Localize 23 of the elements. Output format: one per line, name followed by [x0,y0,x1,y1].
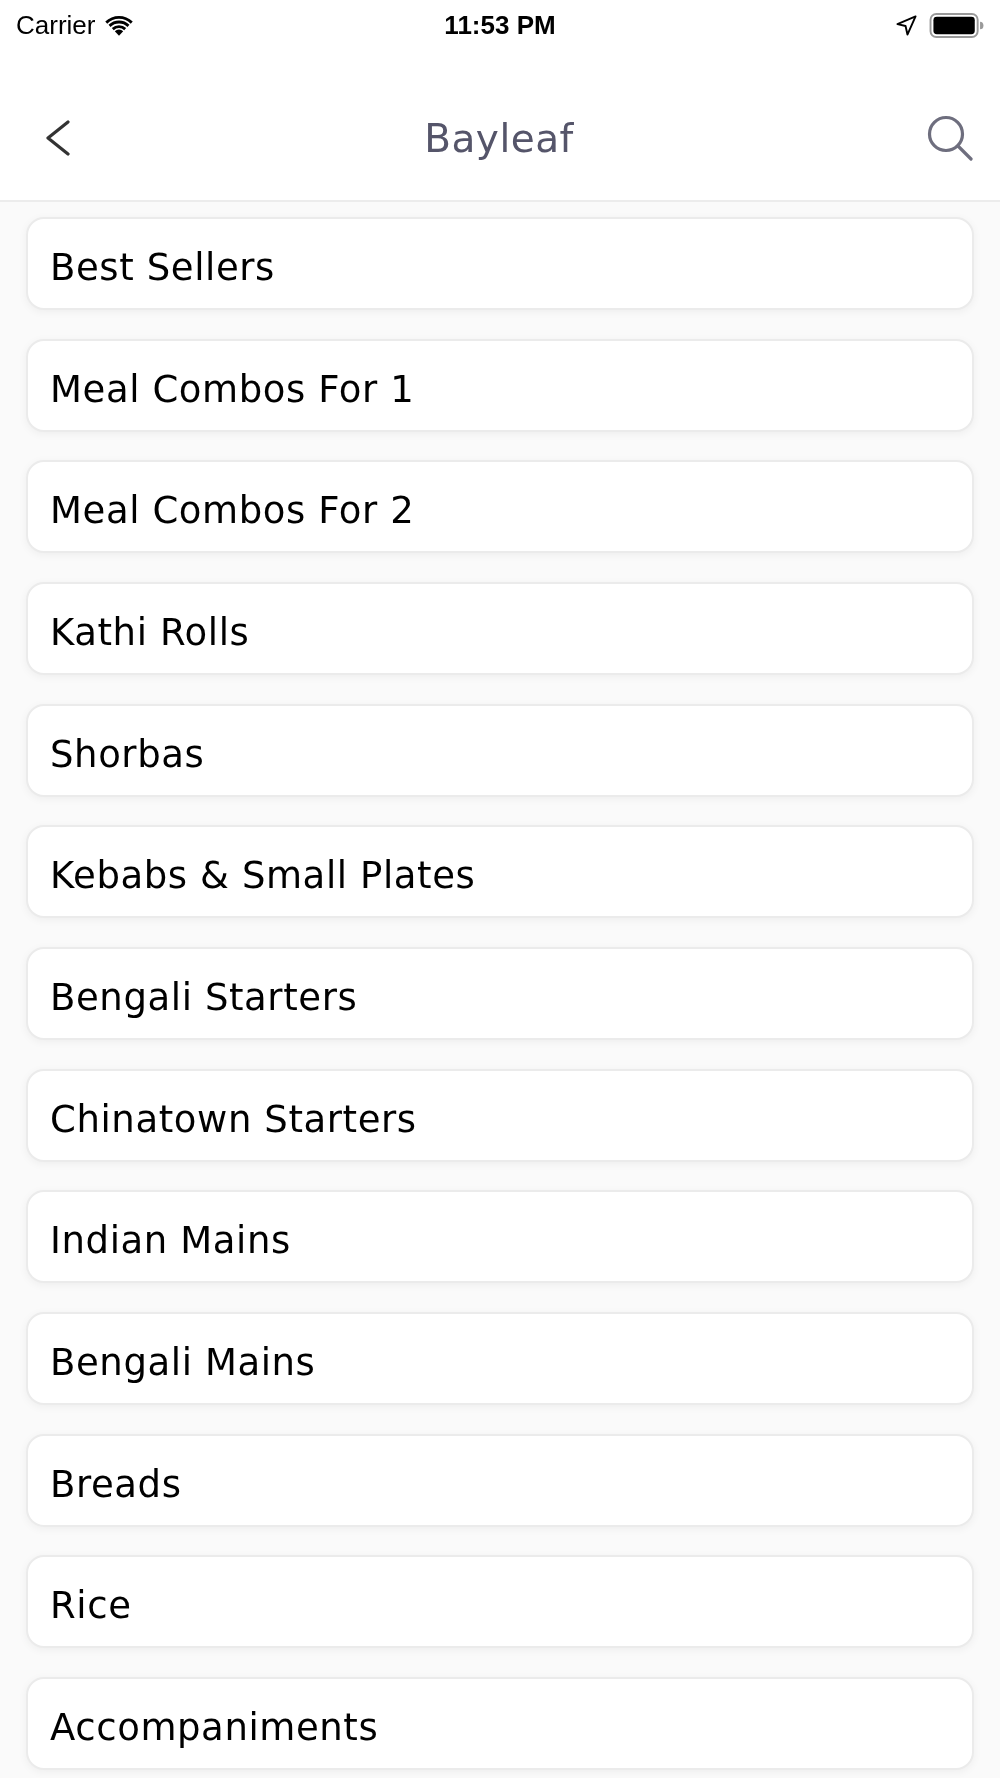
category-item[interactable]: Breads [26,1433,974,1527]
category-item[interactable]: Kebabs & Small Plates [26,825,974,919]
category-item[interactable]: Chinatown Starters [26,1068,974,1162]
category-item[interactable]: Rice [26,1555,974,1649]
location-arrow-icon [896,14,917,36]
status-time: 11:53 PM [444,9,556,41]
back-button[interactable] [44,119,72,157]
wifi-icon [105,14,134,36]
carrier-name: Carrier [16,9,96,41]
battery-icon [929,12,984,38]
category-item[interactable]: Best Sellers [26,217,974,310]
category-item[interactable]: Bengali Mains [26,1311,974,1405]
category-item[interactable]: Kathi Rolls [26,581,974,675]
category-item[interactable]: Meal Combos For 1 [26,338,974,432]
screen-title: Bayleaf [424,115,574,161]
back-chevron-icon [45,120,71,156]
category-item[interactable]: Shorbas [26,703,974,797]
category-item[interactable]: Accompaniments [26,1676,974,1770]
search-icon [927,115,973,161]
category-item[interactable]: Meal Combos For 2 [26,460,974,554]
category-item[interactable]: Bengali Starters [26,946,974,1040]
search-button[interactable] [926,114,974,162]
category-item[interactable]: Indian Mains [26,1190,974,1284]
